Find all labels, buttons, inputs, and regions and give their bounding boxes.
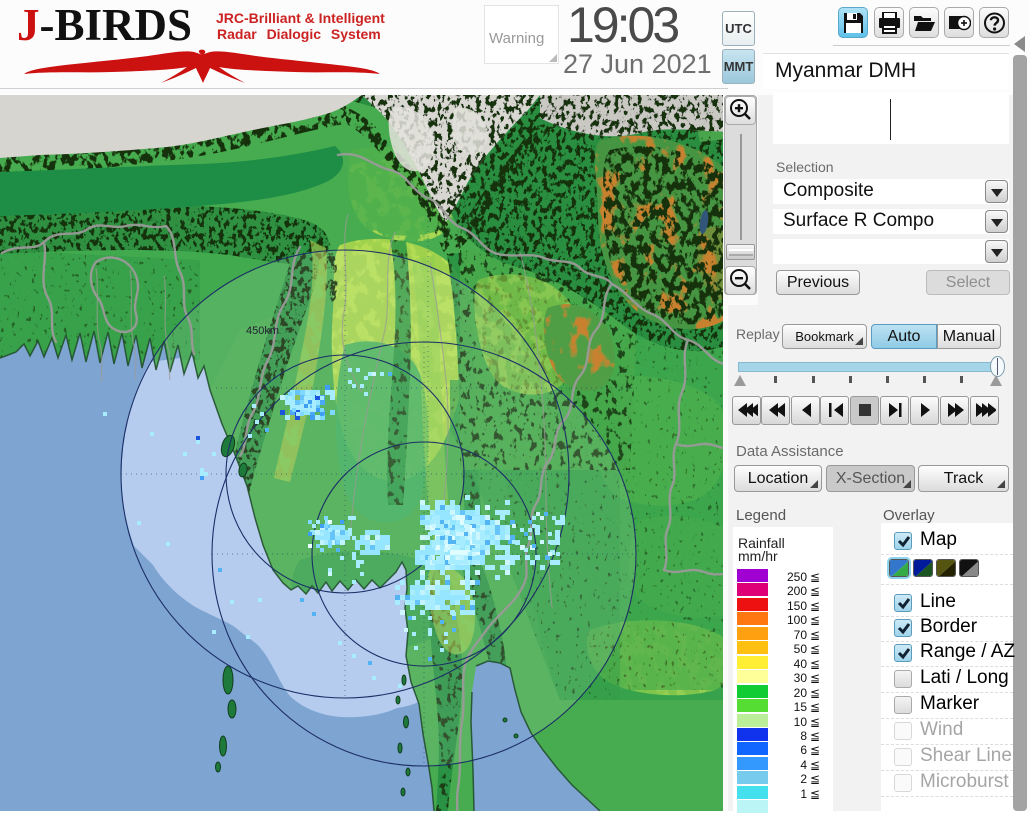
- svg-text:450km: 450km: [246, 325, 279, 337]
